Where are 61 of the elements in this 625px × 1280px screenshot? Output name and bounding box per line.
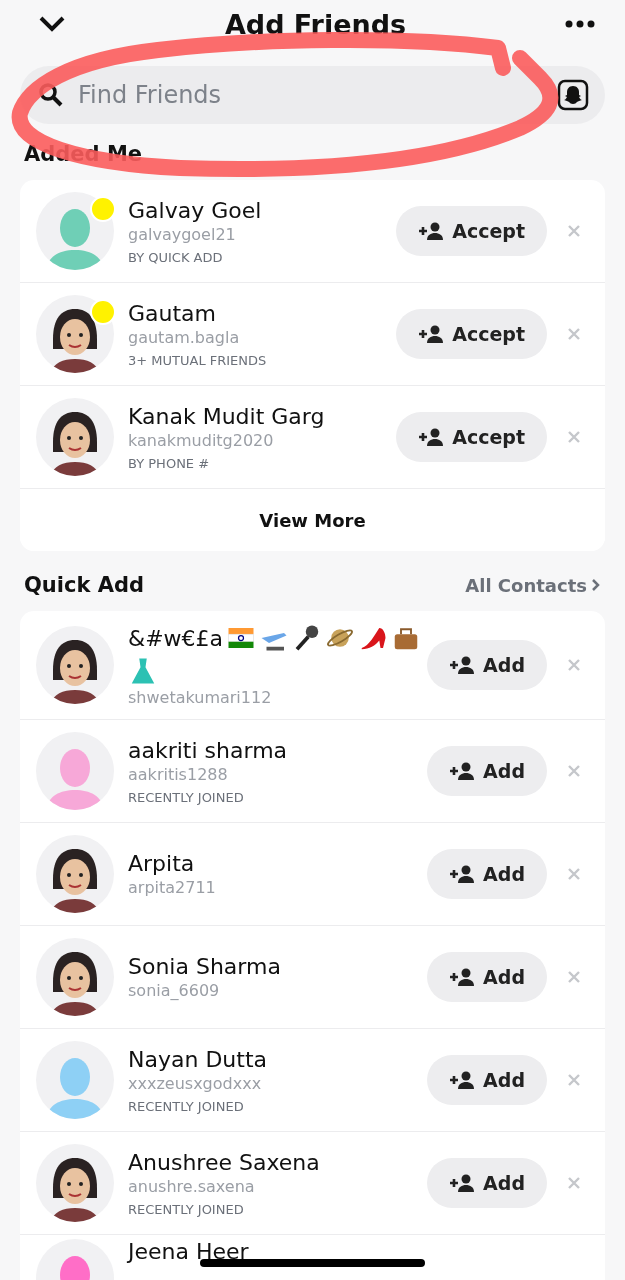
- friend-name: Gautam: [128, 300, 216, 326]
- search-bar[interactable]: Find Friends: [20, 66, 605, 124]
- friend-name: Galvay Goel: [128, 197, 262, 223]
- accept-button[interactable]: Accept: [396, 309, 547, 359]
- add-button[interactable]: Add: [427, 1158, 547, 1208]
- username: shwetakumari112: [128, 688, 273, 707]
- add-person-icon: [449, 1070, 476, 1090]
- close-icon: [567, 327, 581, 341]
- friend-name: Arpita: [128, 851, 195, 876]
- add-person-icon: [418, 324, 445, 344]
- username: arpita2711: [128, 878, 217, 897]
- chevron-down-icon[interactable]: [38, 15, 66, 33]
- add-reason: RECENTLY JOINED: [128, 1098, 245, 1114]
- add-button[interactable]: Add: [427, 849, 547, 899]
- username: sonia_6609: [128, 981, 221, 1000]
- add-button[interactable]: Add: [427, 1055, 547, 1105]
- username: aakritis1288: [128, 764, 229, 784]
- add-person-icon: [418, 221, 445, 241]
- username: anushre.saxena: [128, 1176, 256, 1196]
- friend-name: Anushree Saxena: [128, 1149, 320, 1175]
- add-person-icon: [449, 967, 476, 987]
- close-icon: [567, 970, 581, 984]
- friend-name: aakriti sharma: [128, 737, 288, 763]
- close-icon: [567, 430, 581, 444]
- add-person-icon: [449, 864, 476, 884]
- all-contacts-link[interactable]: All Contacts: [465, 574, 601, 596]
- search-field[interactable]: Find Friends: [76, 80, 545, 110]
- close-icon: [567, 1073, 581, 1087]
- close-icon: [567, 658, 581, 672]
- close-icon: [567, 764, 581, 778]
- username: galvaygoel21: [128, 224, 237, 244]
- add-button[interactable]: Add: [427, 952, 547, 1002]
- friend-name: Nayan Dutta: [128, 1046, 267, 1072]
- ghost-scan-icon[interactable]: [557, 79, 589, 111]
- add-reason: BY PHONE #: [128, 455, 211, 471]
- page-title: Add Friends: [224, 8, 407, 40]
- add-button[interactable]: Add: [427, 640, 547, 690]
- username: kanakmuditg2020: [128, 430, 275, 450]
- add-person-icon: [449, 1173, 476, 1193]
- username: gautam.bagla: [128, 327, 241, 347]
- section-title: Quick Add: [24, 573, 145, 597]
- add-person-icon: [449, 761, 476, 781]
- close-icon: [567, 1176, 581, 1190]
- add-button[interactable]: Add: [427, 746, 547, 796]
- add-reason: RECENTLY JOINED: [128, 789, 245, 805]
- add-person-icon: [418, 427, 445, 447]
- close-icon: [567, 224, 581, 238]
- add-person-icon: [449, 655, 476, 675]
- accept-button[interactable]: Accept: [396, 412, 547, 462]
- friend-name: &#w€£a: [128, 625, 224, 651]
- friend-name: Kanak Mudit Garg: [128, 403, 325, 429]
- friend-name: Sonia Sharma: [128, 954, 281, 979]
- username: xxxzeusxgodxxx: [128, 1073, 263, 1093]
- add-reason: RECENTLY JOINED: [128, 1201, 245, 1217]
- more-options-icon[interactable]: [565, 20, 595, 28]
- friend-name: Jeena Heer: [128, 1239, 249, 1264]
- close-icon: [567, 867, 581, 881]
- accept-button[interactable]: Accept: [396, 206, 547, 256]
- chevron-right-icon: [591, 578, 601, 592]
- add-reason: 3+ MUTUAL FRIENDS: [128, 352, 268, 368]
- add-reason: BY QUICK ADD: [128, 249, 224, 265]
